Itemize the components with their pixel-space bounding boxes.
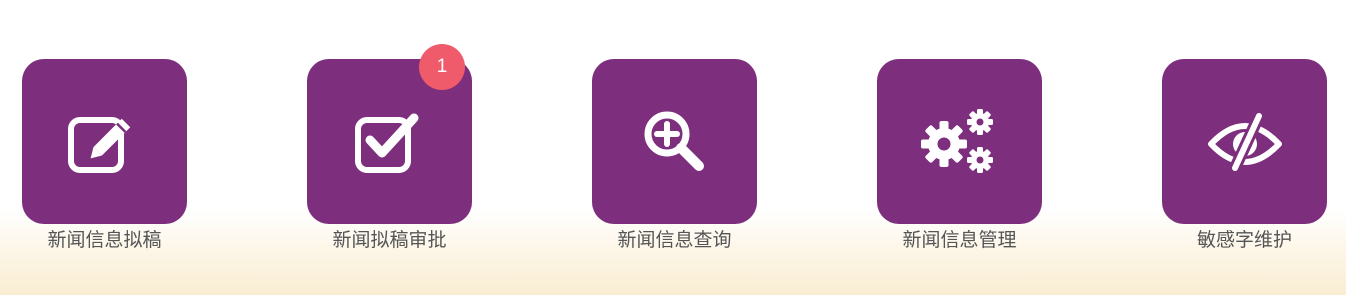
gears-icon bbox=[920, 108, 993, 173]
tile-label: 新闻信息拟稿 bbox=[47, 229, 162, 251]
search-plus-icon bbox=[644, 111, 704, 171]
tile-news-draft[interactable] bbox=[22, 59, 187, 224]
eye-slash-icon bbox=[1207, 111, 1282, 172]
tile-news-manage[interactable] bbox=[877, 59, 1042, 224]
tile-label: 新闻拟稿审批 bbox=[332, 229, 447, 251]
tile-news-search[interactable] bbox=[592, 59, 757, 224]
notification-badge: 1 bbox=[419, 44, 465, 90]
tile-label: 敏感字维护 bbox=[1196, 229, 1292, 251]
checkbox-check-icon bbox=[354, 113, 418, 173]
tile-sensitive-words[interactable] bbox=[1162, 59, 1327, 224]
edit-pencil-icon bbox=[67, 116, 130, 173]
tile-label: 新闻信息查询 bbox=[617, 229, 732, 251]
tile-label: 新闻信息管理 bbox=[902, 229, 1017, 251]
